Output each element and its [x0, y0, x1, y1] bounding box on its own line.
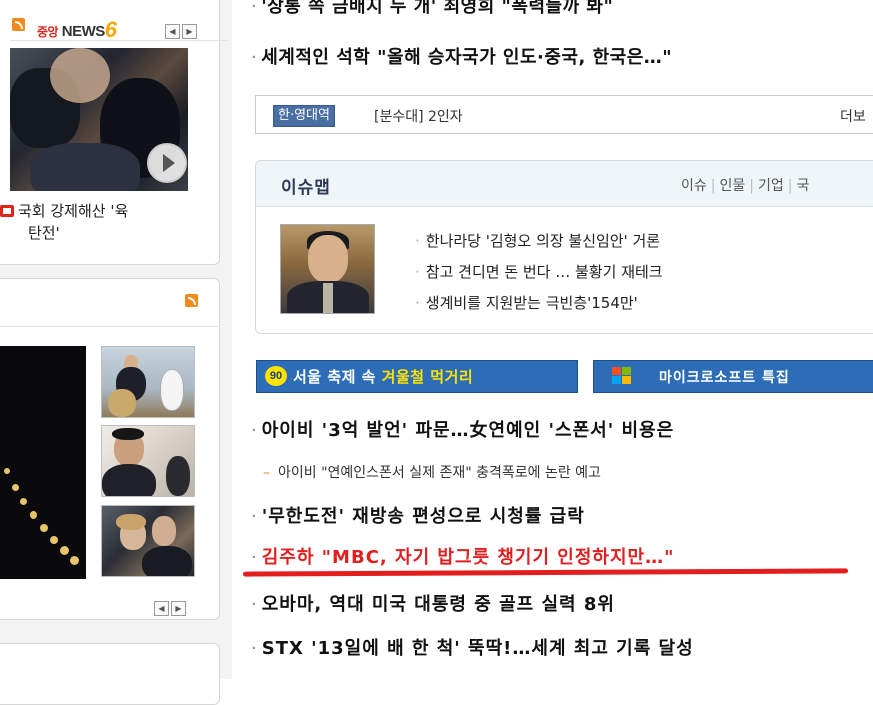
news-text[interactable]: 오바마, 역대 미국 대통령 중 골프 실력 8위: [262, 594, 615, 615]
dictionary-article-link[interactable]: [분수대] 2인자: [374, 106, 463, 126]
festival-banner-highlight: 겨울철 먹거리: [381, 368, 474, 386]
issue-item-text[interactable]: 한나라당 '김형오 의장 불신임안' 거론: [426, 232, 660, 250]
news-text[interactable]: 김주하 "MBC, 자기 밥그릇 챙기기 인정하지만…": [262, 547, 675, 568]
badge-90-icon: 90: [265, 366, 287, 386]
tv-icon: [0, 205, 14, 217]
news6-video-caption[interactable]: 국회 강제해산 '육 탄전': [0, 200, 200, 244]
issue-item-text[interactable]: 생계비를 지원받는 극빈층'154만': [426, 294, 638, 312]
news-item-4[interactable]: · 오바마, 역대 미국 대통령 중 골프 실력 8위: [251, 590, 615, 616]
list-item[interactable]: · 한나라당 '김형오 의장 불신임안' 거론: [415, 226, 663, 257]
list-item[interactable]: · 생계비를 지원받는 극빈층'154만': [415, 288, 663, 319]
issue-map-title[interactable]: 이슈맵: [281, 173, 331, 198]
news-item-2[interactable]: · '무한도전' 재방송 편성으로 시청률 급락: [251, 502, 585, 528]
bilingual-tag[interactable]: 한·영대역: [273, 105, 335, 127]
bullet: ·: [251, 0, 258, 17]
video-caption-line1[interactable]: 국회 강제해산 '육: [18, 202, 128, 220]
left-column: 중앙 NEWS6 ◀ ▶ 국회 강제해산 '육 탄전' ◀ ▶: [0, 0, 232, 705]
issue-map-list: · 한나라당 '김형오 의장 불신임안' 거론 · 참고 견디면 돈 번다 … 불황…: [415, 226, 663, 319]
headline-1[interactable]: · '상통 쪽 금배지 두 개' 최영희 "폭력들까 봐": [251, 0, 613, 18]
rss-icon[interactable]: [185, 294, 198, 307]
video-caption-line2[interactable]: 탄전': [0, 224, 60, 242]
news-item-3-highlighted[interactable]: · 김주하 "MBC, 자기 밥그릇 챙기기 인정하지만…": [251, 543, 674, 569]
news-text[interactable]: STX '13일에 배 한 척' 뚝딱!…세계 최고 기록 달성: [262, 638, 694, 659]
microsoft-banner[interactable]: 마이크로소프트 특집: [593, 360, 873, 393]
bullet: ·: [251, 47, 258, 68]
photo-panel-divider: [0, 326, 218, 327]
issue-map-header: 이슈맵 이슈 | 인물 | 기업 | 국: [256, 161, 873, 207]
dictionary-box: 한·영대역 [분수대] 2인자 더보: [255, 95, 873, 134]
play-icon[interactable]: [147, 143, 187, 183]
category-more[interactable]: 국: [796, 178, 809, 194]
photo-pager: ◀ ▶: [154, 596, 188, 616]
news-item-1[interactable]: · 아이비 '3억 발언' 파문…女연예인 '스폰서' 비용은: [251, 416, 674, 442]
headline-text[interactable]: '상통 쪽 금배지 두 개' 최영희 "폭력들까 봐": [261, 0, 613, 17]
sub-news-item[interactable]: – 아이비 "연예인스폰서 실제 존재" 충격폭로에 논란 예고: [263, 462, 601, 482]
headline-text[interactable]: 세계적인 석학 "올해 승자국가 인도·중국, 한국은…": [261, 47, 672, 68]
logo-news: NEWS: [61, 23, 106, 40]
more-link[interactable]: 더보: [840, 106, 866, 126]
issue-map-categories: 이슈 | 인물 | 기업 | 국: [681, 178, 810, 194]
bullet: ·: [251, 594, 258, 615]
bottom-panel: [0, 643, 220, 705]
eclipse-photo[interactable]: [0, 346, 86, 579]
festival-banner-pre: 서울 축제 속: [293, 368, 382, 386]
photo-thumb-3[interactable]: [101, 505, 195, 577]
photo-thumb-2[interactable]: [101, 425, 195, 497]
category-issue[interactable]: 이슈: [681, 178, 707, 194]
next-arrow-icon[interactable]: ▶: [182, 24, 197, 39]
microsoft-banner-text: 마이크로소프트 특집: [659, 370, 790, 386]
news6-logo[interactable]: 중앙 NEWS6: [37, 16, 117, 42]
prev-arrow-icon[interactable]: ◀: [154, 601, 169, 616]
festival-banner[interactable]: 90 서울 축제 속 겨울철 먹거리: [256, 360, 578, 393]
bullet: ·: [251, 547, 258, 568]
issue-map-photo[interactable]: [280, 224, 375, 314]
news6-header: 중앙 NEWS6 ◀ ▶: [10, 12, 228, 42]
windows-logo-icon: [612, 367, 632, 385]
issue-item-bullet: ·: [415, 232, 420, 250]
festival-banner-text: 서울 축제 속 겨울철 먹거리: [293, 366, 473, 387]
bullet: ·: [251, 638, 258, 659]
next-arrow-icon[interactable]: ▶: [171, 601, 186, 616]
photo-thumb-1[interactable]: [101, 346, 195, 418]
list-item[interactable]: · 참고 견디면 돈 번다 … 불황기 재테크: [415, 257, 663, 288]
news-text[interactable]: '무한도전' 재방송 편성으로 시청률 급락: [262, 506, 585, 527]
logo-prefix: 중앙: [37, 25, 59, 39]
issue-map-panel: 이슈맵 이슈 | 인물 | 기업 | 국 · 한나라당 '김형오 의장 불신임안' 거론 · 참…: [255, 160, 873, 334]
issue-item-bullet: ·: [415, 294, 420, 312]
bullet: ·: [251, 506, 258, 527]
red-underline-annotation: [242, 568, 849, 577]
news-item-5[interactable]: · STX '13일에 배 한 척' 뚝딱!…세계 최고 기록 달성: [251, 634, 694, 660]
logo-six: 6: [104, 17, 117, 42]
dash: –: [263, 465, 270, 481]
sub-news-text[interactable]: 아이비 "연예인스폰서 실제 존재" 충격폭로에 논란 예고: [278, 465, 601, 481]
headline-2[interactable]: · 세계적인 석학 "올해 승자국가 인도·중국, 한국은…": [251, 43, 672, 69]
bullet: ·: [251, 420, 258, 441]
issue-item-bullet: ·: [415, 263, 420, 281]
category-company[interactable]: 기업: [758, 178, 784, 194]
news6-pager: ◀ ▶: [165, 19, 199, 39]
rss-icon[interactable]: [12, 18, 25, 31]
prev-arrow-icon[interactable]: ◀: [165, 24, 180, 39]
news-text[interactable]: 아이비 '3억 발언' 파문…女연예인 '스폰서' 비용은: [262, 420, 674, 441]
category-people[interactable]: 인물: [719, 178, 745, 194]
news6-video-thumbnail[interactable]: [10, 48, 188, 191]
issue-item-text[interactable]: 참고 견디면 돈 번다 … 불황기 재테크: [426, 263, 663, 281]
